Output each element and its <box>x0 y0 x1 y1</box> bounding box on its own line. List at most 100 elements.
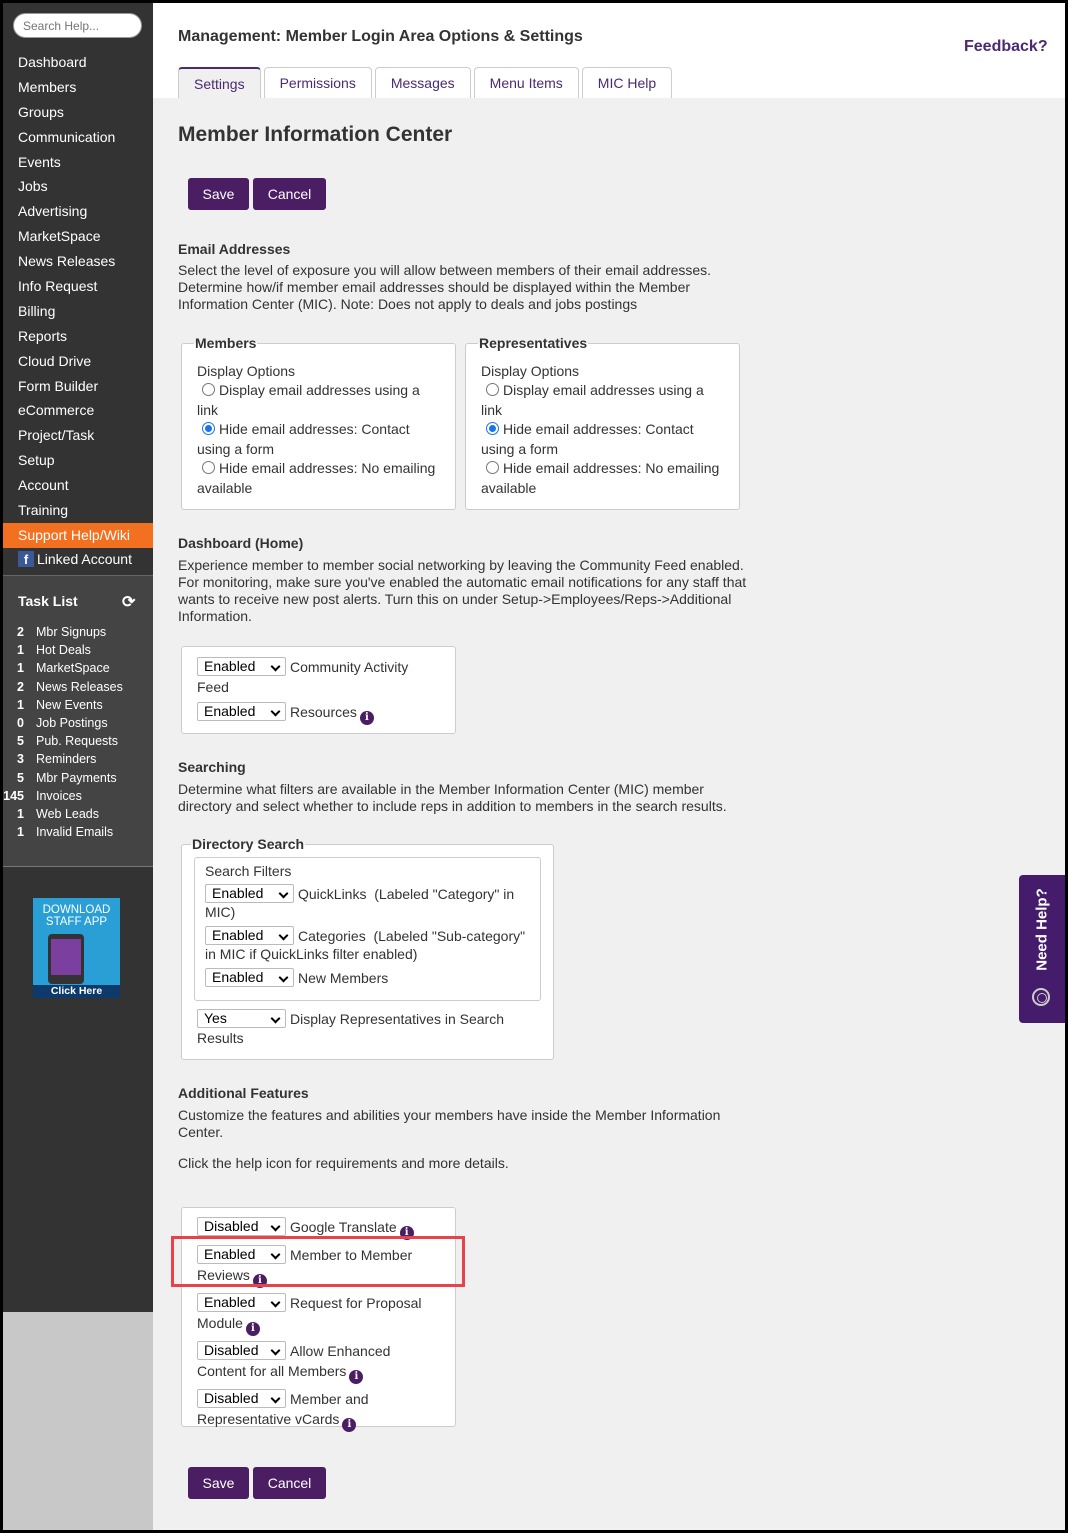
task-item[interactable]: 2 News Releases <box>3 678 153 696</box>
option-label: Hide email addresses: No emailing availa… <box>197 460 436 496</box>
search-filters-title: Search Filters <box>205 862 292 879</box>
row-label: QuickLinks <box>298 886 367 902</box>
additional-help-note: Click the help icon for requirements and… <box>178 1155 509 1171</box>
task-item[interactable]: 5 Mbr Payments <box>3 769 153 787</box>
nav-news-releases[interactable]: News Releases <box>3 249 153 274</box>
task-label: Web Leads <box>36 806 100 821</box>
feedback-link[interactable]: Feedback? <box>964 38 1048 56</box>
members-radio-link[interactable] <box>202 383 215 396</box>
google-translate-select[interactable]: Disabled <box>197 1217 286 1236</box>
task-item[interactable]: 5 Pub. Requests <box>3 732 153 750</box>
community-feed-select[interactable]: Enabled <box>197 657 286 676</box>
new-members-select[interactable]: Enabled <box>205 968 294 987</box>
info-icon[interactable]: i <box>245 1322 260 1336</box>
download-staff-app-banner[interactable]: DOWNLOAD STAFF APP Click Here <box>33 898 120 998</box>
members-radio-none[interactable] <box>202 461 215 474</box>
members-radio-form[interactable] <box>202 422 215 435</box>
info-icon[interactable]: i <box>349 1370 364 1384</box>
task-item[interactable]: 1 Hot Deals <box>3 641 153 659</box>
task-item[interactable]: 145 Invoices <box>3 787 153 805</box>
reps-radio-link[interactable] <box>486 383 499 396</box>
nav-cloud-drive[interactable]: Cloud Drive <box>3 349 153 374</box>
resources-select[interactable]: Enabled <box>197 702 286 721</box>
nav-support-help-wiki[interactable]: Support Help/Wiki <box>3 522 153 548</box>
linked-account-link[interactable]: f Linked Account <box>18 551 132 567</box>
nav-events[interactable]: Events <box>3 150 153 175</box>
cancel-button[interactable]: Cancel <box>253 178 326 210</box>
need-help-label: Need Help? <box>1033 888 1051 971</box>
section-title: Member Information Center <box>178 123 453 146</box>
need-help-tab[interactable]: Need Help? <box>1019 875 1065 1023</box>
nav-marketspace[interactable]: MarketSpace <box>3 224 153 249</box>
nav-groups[interactable]: Groups <box>3 100 153 125</box>
task-label: Job Postings <box>36 715 108 730</box>
tab-settings[interactable]: Settings <box>178 67 261 98</box>
tab-menu-items[interactable]: Menu Items <box>473 67 579 98</box>
nav-members[interactable]: Members <box>3 75 153 100</box>
members-legend: Members <box>195 335 257 351</box>
search-help-input[interactable] <box>13 13 142 38</box>
task-item[interactable]: 1 MarketSpace <box>3 659 153 677</box>
directory-search-legend: Directory Search <box>192 836 305 852</box>
task-item[interactable]: 1 Invalid Emails <box>3 823 153 841</box>
task-label: Pub. Requests <box>36 734 118 749</box>
task-count: 2 <box>17 625 24 639</box>
info-icon[interactable]: i <box>359 711 374 725</box>
rfp-module-select[interactable]: Enabled <box>197 1293 286 1312</box>
task-item[interactable]: 3 Reminders <box>3 750 153 768</box>
nav-dashboard[interactable]: Dashboard <box>3 50 153 75</box>
banner-line1: DOWNLOAD <box>42 904 111 916</box>
vcards-select[interactable]: Disabled <box>197 1389 286 1408</box>
additional-heading: Additional Features <box>178 1085 309 1101</box>
categories-select[interactable]: Enabled <box>205 926 294 945</box>
task-label: Mbr Signups <box>36 625 107 639</box>
task-count: 1 <box>17 806 24 821</box>
nav-billing[interactable]: Billing <box>3 299 153 324</box>
nav-communication[interactable]: Communication <box>3 125 153 150</box>
refresh-icon[interactable]: ⟳ <box>122 592 135 612</box>
save-button-bottom[interactable]: Save <box>188 1467 249 1499</box>
cancel-button-bottom[interactable]: Cancel <box>253 1467 326 1499</box>
task-label: Mbr Payments <box>36 770 117 785</box>
nav-ecommerce[interactable]: eCommerce <box>3 398 153 423</box>
reps-radio-form[interactable] <box>486 422 499 435</box>
display-options-label: Display Options <box>197 362 296 379</box>
nav-account[interactable]: Account <box>3 473 153 498</box>
display-reps-select[interactable]: Yes <box>197 1008 286 1028</box>
members-fieldset: Members Display Options Display email ad… <box>181 334 456 510</box>
row-label: New Members <box>298 970 389 986</box>
task-item[interactable]: 2 Mbr Signups <box>3 623 153 641</box>
sidebar-footer-area <box>3 1312 153 1530</box>
task-count: 1 <box>17 697 24 712</box>
linked-account-label: Linked Account <box>37 551 132 567</box>
quicklinks-select[interactable]: Enabled <box>205 884 294 903</box>
reps-legend: Representatives <box>479 335 588 351</box>
dashboard-description: Experience member to member social netwo… <box>178 557 747 624</box>
task-item[interactable]: 1 New Events <box>3 696 153 714</box>
task-item[interactable]: 1 Web Leads <box>3 805 153 823</box>
nav-jobs[interactable]: Jobs <box>3 174 153 199</box>
nav-reports[interactable]: Reports <box>3 324 153 349</box>
task-items: 2 Mbr Signups 1 Hot Deals 1 MarketSpace 2 News … <box>3 623 153 841</box>
nav-setup[interactable]: Setup <box>3 448 153 473</box>
option-label: Display email addresses using a link <box>481 382 704 418</box>
sidebar-nav: Dashboard Members Groups Communication E… <box>3 50 153 548</box>
tab-messages[interactable]: Messages <box>374 67 471 98</box>
task-count: 145 <box>3 788 24 803</box>
phone-icon <box>48 934 84 984</box>
nav-info-request[interactable]: Info Request <box>3 274 153 299</box>
save-button[interactable]: Save <box>188 178 249 210</box>
nav-training[interactable]: Training <box>3 498 153 523</box>
nav-form-builder[interactable]: Form Builder <box>3 374 153 399</box>
reps-radio-none[interactable] <box>486 461 499 474</box>
task-item[interactable]: 0 Job Postings <box>3 714 153 732</box>
nav-project-task[interactable]: Project/Task <box>3 423 153 448</box>
tabs: Settings Permissions Messages Menu Items… <box>178 67 673 98</box>
tab-permissions[interactable]: Permissions <box>263 67 372 98</box>
info-icon[interactable]: i <box>342 1418 357 1432</box>
task-count: 1 <box>17 643 24 658</box>
nav-advertising[interactable]: Advertising <box>3 199 153 224</box>
enhanced-content-select[interactable]: Disabled <box>197 1341 286 1360</box>
facebook-icon: f <box>18 551 34 567</box>
tab-mic-help[interactable]: MIC Help <box>581 67 673 98</box>
